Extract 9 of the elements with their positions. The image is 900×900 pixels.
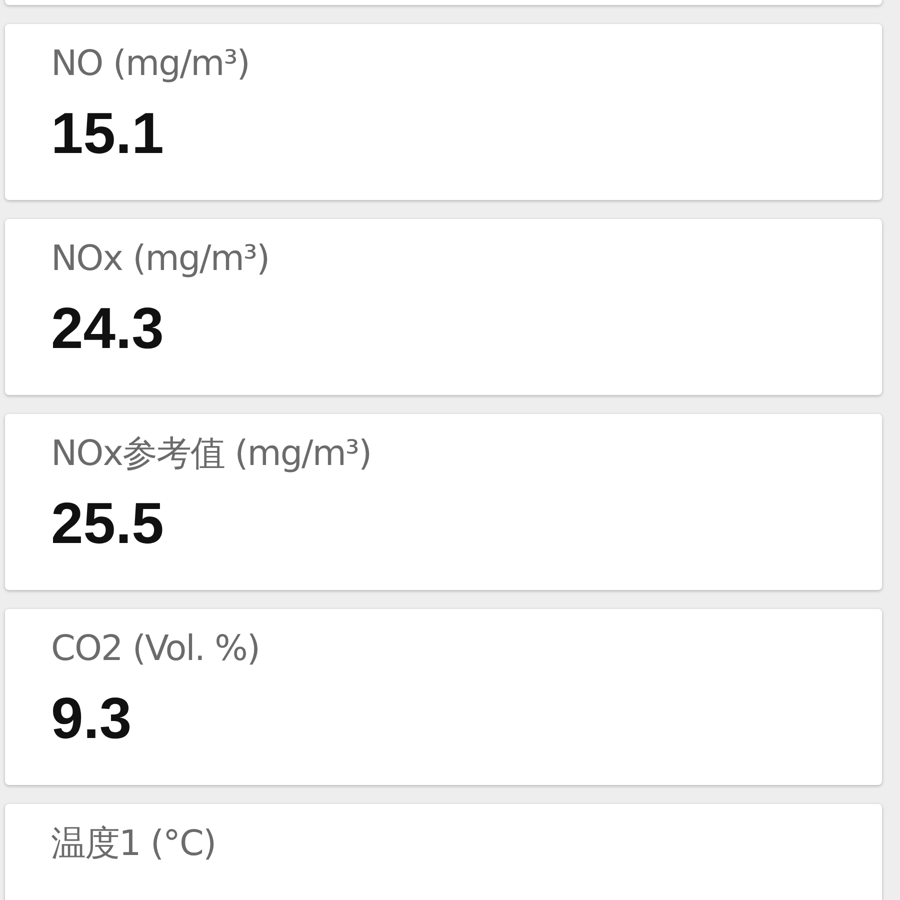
reading-value: 25.5: [51, 492, 164, 556]
reading-value: 9.3: [51, 687, 132, 751]
reading-label: NOx参考值 (mg/m³): [51, 433, 372, 476]
reading-value: 24.3: [51, 297, 164, 361]
reading-label: 温度1 (°C): [51, 823, 216, 866]
reading-label: NOx (mg/m³): [51, 238, 270, 281]
reading-value: 15.1: [51, 102, 164, 166]
reading-label: NO (mg/m³): [51, 43, 250, 86]
reading-label: CO2 (Vol. %): [51, 628, 260, 671]
